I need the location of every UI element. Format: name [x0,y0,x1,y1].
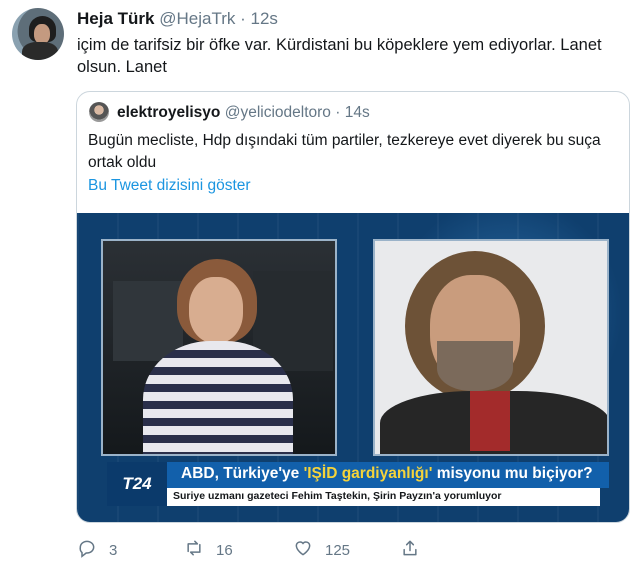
quoted-timestamp[interactable]: 14s [345,104,370,121]
user-handle[interactable]: @HejaTrk [159,9,235,28]
headline-prefix: ABD, Türkiye'ye [181,465,304,482]
like-count: 125 [325,541,351,559]
share-icon [400,538,420,562]
quoted-avatar[interactable] [89,102,109,122]
video-panel-guest [373,239,609,456]
guest-figure-beard [437,341,513,391]
headline-suffix: misyonu mu biçiyor? [432,465,593,482]
video-subtitle: Suriye uzmanı gazeteci Fehim Taştekin, Ş… [173,490,502,502]
quoted-separator-dot: · [335,104,341,121]
avatar-face [34,24,50,44]
tweet-actions: 3 16 125 [77,538,497,562]
tweet-header: Heja Türk @HejaTrk · 12s [77,9,278,29]
timestamp[interactable]: 12s [251,9,278,28]
quoted-header: elektroyelisyo @yeliciodeltoro · 14s [117,104,370,122]
avatar[interactable] [12,8,64,60]
share-button[interactable] [400,538,420,562]
avatar-body [22,42,58,60]
tweet-text: içim de tarifsiz bir öfke var. Kürdistan… [77,36,602,76]
display-name[interactable]: Heja Türk [77,9,154,28]
show-thread-link[interactable]: Bu Tweet dizisini göster [88,177,251,195]
quoted-tweet-text: Bugün mecliste, Hdp dışındaki tüm partil… [88,132,601,171]
headline-highlight: 'IŞİD gardiyanlığı' [303,465,433,482]
heart-icon [293,538,313,562]
channel-logo: T24 [107,462,167,506]
host-figure-face [189,277,243,343]
retweet-button[interactable]: 16 [184,538,233,562]
reply-button[interactable]: 3 [77,538,117,562]
quoted-display-name[interactable]: elektroyelisyo [117,104,220,121]
guest-figure-shirt [470,391,510,451]
video-panel-host [101,239,337,456]
retweet-icon [184,538,204,562]
like-button[interactable]: 125 [293,538,350,562]
host-figure-striped-shirt [143,341,293,454]
video-media[interactable]: T24 ABD, Türkiye'ye 'IŞİD gardiyanlığı' … [77,213,629,522]
reply-icon [77,538,97,562]
quoted-user-handle[interactable]: @yeliciodeltoro [225,104,331,121]
retweet-count: 16 [216,541,233,559]
quoted-tweet[interactable]: elektroyelisyo @yeliciodeltoro · 14s Bug… [76,91,630,523]
video-headline: ABD, Türkiye'ye 'IŞİD gardiyanlığı' misy… [181,465,593,483]
separator-dot: · [240,9,246,28]
reply-count: 3 [109,541,118,559]
